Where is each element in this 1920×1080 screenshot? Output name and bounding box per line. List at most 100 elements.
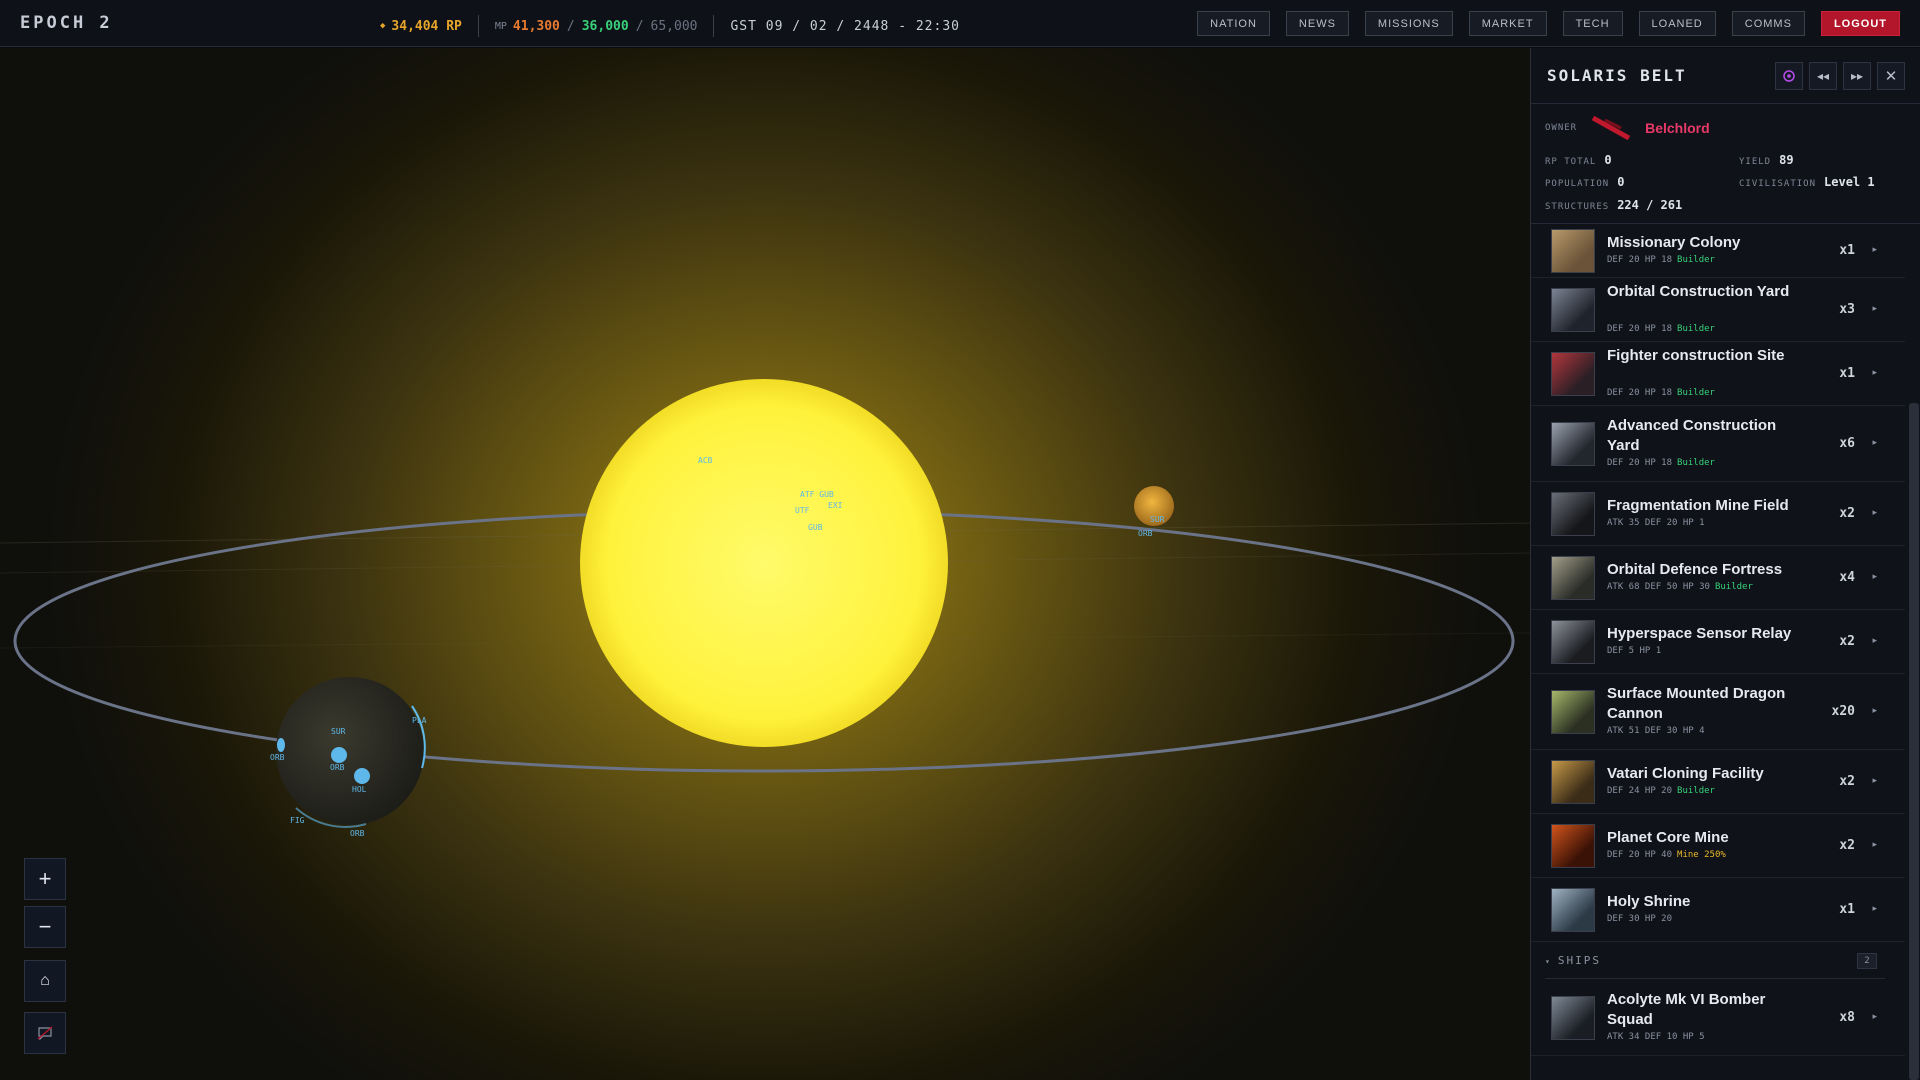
map-label[interactable]: ORB [1138, 529, 1153, 538]
item-stats: ATK 51 DEF 30 HP 4 [1607, 726, 1705, 736]
list-item[interactable]: Vatari Cloning Facility DEF 24 HP 20 Build… [1531, 750, 1905, 814]
list-item[interactable]: Hyperspace Sensor Relay DEF 5 HP 1 x2 ▸ [1531, 610, 1905, 674]
stat-yield: YIELD 89 [1739, 153, 1794, 167]
sun[interactable] [580, 379, 948, 747]
chat-toggle-button[interactable] [24, 1012, 66, 1054]
divider [713, 15, 715, 37]
expand-arrow-icon[interactable]: ▸ [1872, 244, 1877, 255]
map-label[interactable]: ORB [350, 829, 365, 838]
expand-arrow-icon[interactable]: ▸ [1872, 705, 1877, 716]
item-count: x8 [1839, 1010, 1855, 1025]
expand-arrow-icon[interactable]: ▸ [1872, 1011, 1877, 1022]
list-item[interactable]: Planet Core Mine DEF 20 HP 40 Mine 250% x2 ▸ [1531, 814, 1905, 878]
item-thumbnail [1551, 690, 1595, 734]
nav-nation-button[interactable]: NATION [1197, 11, 1270, 36]
nav-market-button[interactable]: MARKET [1468, 11, 1547, 36]
logout-button[interactable]: LOGOUT [1820, 11, 1900, 36]
nav-comms-button[interactable]: COMMS [1731, 11, 1805, 36]
item-name: Acolyte Mk VI Bomber Squad [1607, 991, 1766, 1028]
close-icon[interactable]: ✕ [1877, 62, 1905, 90]
item-count: x6 [1839, 436, 1855, 451]
item-count: x2 [1839, 838, 1855, 853]
scrollbar-thumb[interactable] [1909, 403, 1919, 1080]
stat-civilisation: CIVILISATION Level 1 [1739, 175, 1875, 189]
map-label[interactable]: ORB [330, 763, 345, 772]
item-count: x3 [1839, 302, 1855, 317]
item-tag: Builder [1677, 786, 1715, 796]
list-item[interactable]: Orbital Construction Yard DEF 20 HP 18 Bui… [1531, 278, 1905, 342]
expand-arrow-icon[interactable]: ▸ [1872, 507, 1877, 518]
item-stats: DEF 20 HP 18 Builder [1607, 324, 1715, 334]
planet-solaris-belt[interactable] [276, 677, 424, 825]
map-label[interactable]: ACB [698, 456, 713, 465]
list-item[interactable]: Fighter construction Site DEF 20 HP 18 Bui… [1531, 342, 1905, 406]
expand-arrow-icon[interactable]: ▸ [1872, 903, 1877, 914]
map-canvas[interactable]: ACB ATF GUB UTF GUB EXI ORB SUR SUR ORB … [0, 48, 1530, 1080]
map-label[interactable]: HOL [352, 785, 367, 794]
list-item[interactable]: Missionary Colony DEF 20 HP 18 Builder x1 ▸ [1531, 224, 1905, 278]
list-item[interactable]: Surface Mounted Dragon Cannon ATK 51 DEF … [1531, 674, 1905, 750]
list-item[interactable]: Holy Shrine DEF 30 HP 20 x1 ▸ [1531, 878, 1905, 942]
expand-arrow-icon[interactable]: ▸ [1872, 635, 1877, 646]
item-count: x4 [1839, 570, 1855, 585]
item-stats: DEF 5 HP 1 [1607, 646, 1662, 656]
list-item[interactable]: Orbital Defence Fortress ATK 68 DEF 50 HP… [1531, 546, 1905, 610]
fast-forward-icon[interactable]: ▸▸ [1843, 62, 1871, 90]
item-stats: DEF 30 HP 20 [1607, 914, 1673, 924]
expand-arrow-icon[interactable]: ▸ [1872, 367, 1877, 378]
ships-count-badge: 2 [1857, 953, 1877, 969]
expand-arrow-icon[interactable]: ▸ [1872, 839, 1877, 850]
item-stats: DEF 20 HP 18 Builder [1607, 388, 1715, 398]
item-tag: Builder [1677, 324, 1715, 334]
nav-missions-button[interactable]: MISSIONS [1364, 11, 1453, 36]
map-label[interactable]: EXI [828, 501, 843, 510]
item-stats: DEF 20 HP 40 Mine 250% [1607, 850, 1726, 860]
item-thumbnail [1551, 556, 1595, 600]
item-name: Surface Mounted Dragon Cannon [1607, 685, 1786, 722]
expand-arrow-icon[interactable]: ▸ [1872, 303, 1877, 314]
list-item[interactable]: Fragmentation Mine Field ATK 35 DEF 20 HP… [1531, 482, 1905, 546]
target-icon[interactable] [1775, 62, 1803, 90]
owner-name[interactable]: Belchlord [1645, 120, 1710, 136]
nav-tech-button[interactable]: TECH [1562, 11, 1623, 36]
owner-flag-icon [1591, 116, 1632, 140]
system-map[interactable]: ACB ATF GUB UTF GUB EXI ORB SUR SUR ORB … [0, 48, 1530, 1080]
item-stats: ATK 35 DEF 20 HP 1 [1607, 518, 1705, 528]
map-label[interactable]: ORB [270, 753, 285, 762]
home-button[interactable]: ⌂ [24, 960, 66, 1002]
item-thumbnail [1551, 888, 1595, 932]
item-tag: Builder [1714, 582, 1753, 592]
expand-arrow-icon[interactable]: ▸ [1872, 437, 1877, 448]
nav-loaned-button[interactable]: LOANED [1638, 11, 1716, 36]
list-item[interactable]: Acolyte Mk VI Bomber Squad ATK 34 DEF 10 … [1531, 980, 1905, 1056]
ships-section-header[interactable]: ▾ SHIPS [1545, 954, 1601, 967]
owner-label: OWNER [1545, 123, 1578, 133]
structure-marker[interactable] [331, 747, 347, 763]
item-thumbnail [1551, 229, 1595, 273]
nav-news-button[interactable]: NEWS [1285, 11, 1349, 36]
expand-arrow-icon[interactable]: ▸ [1872, 571, 1877, 582]
map-label[interactable]: PLA [412, 716, 427, 725]
rewind-icon[interactable]: ◂◂ [1809, 62, 1837, 90]
structure-marker[interactable] [354, 768, 370, 784]
zoom-in-button[interactable]: + [24, 858, 66, 900]
chat-off-icon [37, 1026, 53, 1040]
map-label[interactable]: FIG [290, 816, 305, 825]
item-count: x2 [1839, 634, 1855, 649]
list-item[interactable]: Advanced Construction Yard DEF 20 HP 18 Bu… [1531, 406, 1905, 482]
mp-max: 65,000 [650, 18, 698, 34]
item-count: x1 [1839, 902, 1855, 917]
map-label[interactable]: SUR [1150, 515, 1165, 524]
rp-icon: ◆ [380, 21, 386, 31]
resource-bar: ◆ 34,404 RP MP 41,300 / 36,000 / 65,000 … [380, 15, 960, 37]
map-label[interactable]: SUR [331, 727, 346, 736]
structure-marker[interactable] [277, 738, 285, 752]
game-title: EPOCH 2 [20, 13, 113, 33]
item-stats: ATK 68 DEF 50 HP 30 Builder [1607, 582, 1753, 592]
rp-amount: 34,404 RP [391, 18, 462, 34]
map-label[interactable]: UTF [795, 506, 810, 515]
map-label[interactable]: ATF GUB [800, 490, 834, 499]
expand-arrow-icon[interactable]: ▸ [1872, 775, 1877, 786]
zoom-out-button[interactable]: − [24, 906, 66, 948]
map-label[interactable]: GUB [808, 523, 823, 532]
